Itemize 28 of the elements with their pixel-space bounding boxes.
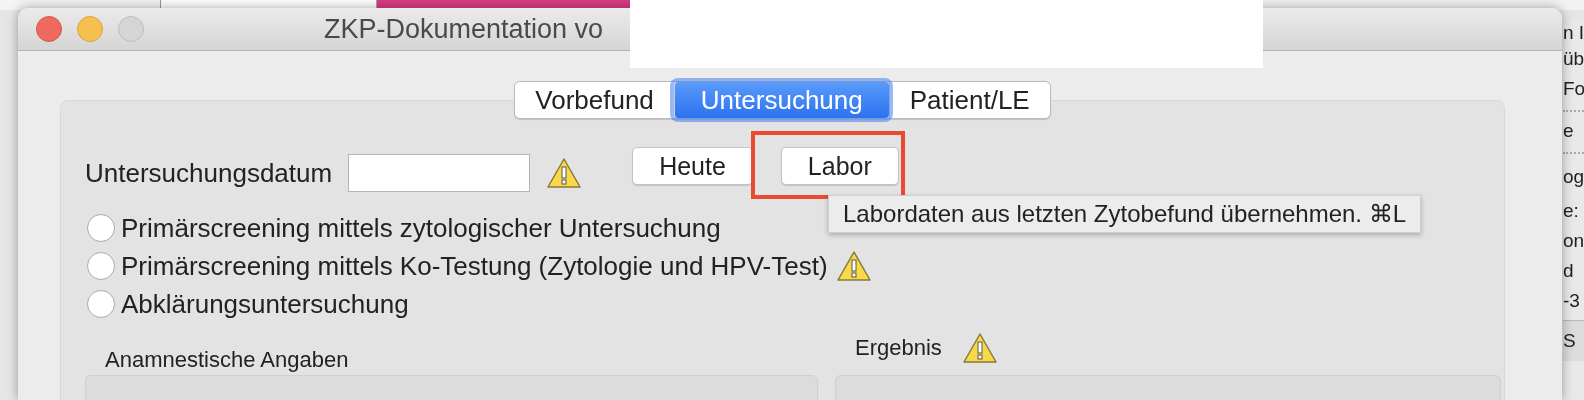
today-button[interactable]: Heute [632, 147, 753, 185]
tooltip: Labordaten aus letzten Zytobefund übernehmen. ⌘L [828, 195, 1422, 233]
background-text: on [1563, 230, 1584, 252]
field-label: Untersuchungsdatum [85, 157, 333, 189]
background-text: e: [1563, 200, 1580, 222]
lab-button[interactable]: Labor [780, 147, 899, 185]
background-text: -3 [1563, 290, 1581, 312]
section-title: Anamnestische Angaben [105, 347, 349, 373]
background-text: üb [1563, 48, 1584, 70]
background-text: d [1563, 260, 1575, 282]
zoom-button[interactable] [118, 16, 144, 42]
radio-label[interactable]: Abklärungsuntersuchung [121, 288, 409, 320]
date-field[interactable] [348, 154, 531, 192]
minimize-button[interactable] [77, 16, 103, 42]
background-text: og [1563, 166, 1584, 188]
tab[interactable]: Vorbefund [515, 82, 674, 118]
background-text: n I [1563, 22, 1584, 44]
tab[interactable]: Untersuchung [673, 82, 889, 118]
background-text: S [1563, 320, 1584, 361]
radio-label[interactable]: Primärscreening mittels Ko-Testung (Zytologie und HPV-Test) [121, 250, 828, 282]
section-title: Ergebnis [855, 335, 942, 361]
close-button[interactable] [36, 16, 62, 42]
radio-label[interactable]: Primärscreening mittels zytologischer Untersuchung [121, 212, 721, 244]
radio-button[interactable] [87, 252, 115, 280]
tab[interactable]: Patient/LE [888, 82, 1050, 118]
radio-button[interactable] [87, 290, 115, 318]
radio-button[interactable] [87, 214, 115, 242]
window-title: ZKP-Dokumentation vo [324, 14, 604, 45]
